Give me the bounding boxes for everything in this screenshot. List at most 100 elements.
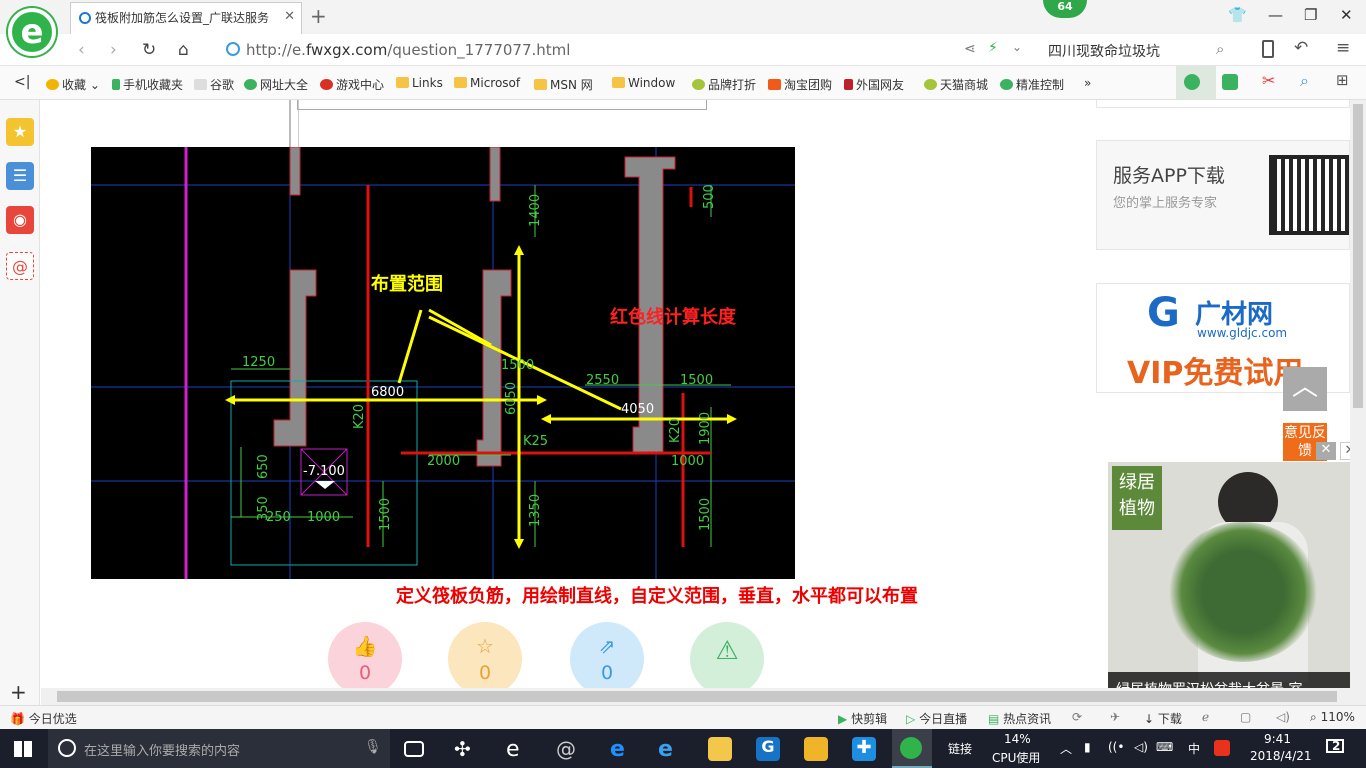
bookmark-item[interactable]: MSN 网 <box>534 76 593 93</box>
refresh-icon[interactable]: ↻ <box>142 40 156 60</box>
horizontal-scrollbar[interactable] <box>41 688 1366 705</box>
bookmarks-overflow-button[interactable]: » <box>1084 76 1091 90</box>
glodon-app-icon[interactable]: G <box>756 737 780 761</box>
bookmark-item[interactable]: Window <box>612 76 675 90</box>
scroll-thumb[interactable] <box>1353 104 1363 408</box>
bookmark-item[interactable]: Links <box>396 76 443 90</box>
bookmark-item[interactable]: 淘宝团购 <box>768 76 832 93</box>
notes-app-icon[interactable] <box>804 737 828 761</box>
undo-icon[interactable]: ↶ <box>1294 38 1308 58</box>
status-item[interactable]: ▷ 今日直播 <box>906 710 967 727</box>
clock-date[interactable]: 2018/4/21 <box>1250 749 1312 763</box>
ie-icon[interactable]: e <box>658 737 682 762</box>
favorite-button[interactable]: ☆ 0 <box>448 622 522 688</box>
bonsai-tree-icon <box>1168 522 1318 662</box>
back-to-top-button[interactable]: ︿ <box>1283 367 1327 411</box>
fan-app-icon[interactable]: ✣ <box>454 737 478 761</box>
bookmark-item[interactable]: 精准控制 <box>1000 76 1064 93</box>
task-view-icon[interactable] <box>404 741 424 757</box>
forward-icon[interactable]: › <box>110 40 117 60</box>
dim-label: 1400 <box>528 194 543 227</box>
search-input[interactable]: 四川现致命垃圾坑 <box>1048 41 1228 61</box>
ad-close-icon[interactable]: ✕ <box>1316 442 1336 460</box>
status-item[interactable]: ▤ 热点资讯 <box>988 710 1051 727</box>
browser-e-icon[interactable]: e <box>506 737 530 762</box>
extension-shield-icon[interactable] <box>1176 66 1216 99</box>
keyboard-icon[interactable]: ⌨ <box>1156 740 1173 754</box>
menu-icon[interactable]: ≡ <box>1336 38 1350 58</box>
share-page-icon[interactable]: ⋖ <box>964 41 976 57</box>
news-feed-icon[interactable]: ☰ <box>6 162 34 190</box>
bookmark-item[interactable]: 天猫商城 <box>924 76 988 93</box>
download-button[interactable]: ↓ 下载 <box>1144 710 1182 727</box>
window-icon[interactable]: ▢ <box>1240 710 1251 724</box>
bookmark-item[interactable]: 收藏 ⌄ <box>46 76 100 93</box>
url-field[interactable]: http://e.fwxgx.com/question_1777077.html… <box>222 38 1035 62</box>
tray-expand-icon[interactable]: ︿ <box>1060 740 1072 757</box>
edge-icon[interactable]: e <box>610 737 634 762</box>
wifi-icon[interactable]: ((• <box>1108 740 1124 754</box>
volume-icon[interactable]: ◁) <box>1276 710 1290 724</box>
cut-icon[interactable]: ✂ <box>1262 71 1275 90</box>
status-item[interactable]: ▶ 快剪辑 <box>838 710 887 727</box>
today-picks[interactable]: 🎁 今日优选 <box>10 710 77 727</box>
close-window-icon[interactable]: ✕ <box>1340 6 1353 24</box>
active-browser-task[interactable] <box>892 729 932 768</box>
app-download-card[interactable]: 服务APP下载 您的掌上服务专家 <box>1096 140 1350 250</box>
translate-icon[interactable] <box>1222 74 1238 90</box>
restore-icon[interactable]: ❐ <box>1304 6 1317 24</box>
share-button[interactable]: ⇗ 0 <box>570 622 644 688</box>
chevron-down-icon[interactable]: ⌄ <box>1012 40 1022 54</box>
close-tab-icon[interactable]: ✕ <box>284 9 295 24</box>
search-icon[interactable]: ⌕ <box>1216 40 1224 58</box>
dim-label: 1500 <box>680 373 713 388</box>
home-icon[interactable]: ⌂ <box>178 40 189 60</box>
bookmark-item[interactable]: 网址大全 <box>244 76 308 93</box>
favorites-star-icon[interactable]: ★ <box>6 118 34 146</box>
url-text[interactable]: http://e.fwxgx.com/question_1777077.html <box>246 41 570 59</box>
speed-icon[interactable]: ⟳ <box>1072 710 1082 724</box>
bookmark-item[interactable]: 谷歌 <box>194 76 234 93</box>
weibo-icon[interactable]: ◉ <box>6 206 34 234</box>
ime-indicator[interactable]: 中 <box>1188 740 1200 757</box>
swirl-app-icon[interactable]: @ <box>556 737 580 761</box>
new-tab-button[interactable]: + <box>310 4 327 28</box>
page-content: 布置范围 红色线计算长度 1250 6800 2550 1500 4050 K2… <box>41 100 1055 688</box>
plus-app-icon[interactable]: ✚ <box>852 737 876 761</box>
zoom-level[interactable]: ⌕ 110% <box>1310 710 1355 725</box>
bookmark-item[interactable]: Microsof <box>454 76 520 90</box>
vertical-scrollbar[interactable] <box>1350 100 1366 688</box>
back-icon[interactable]: ‹ <box>78 40 85 60</box>
links-toolbar[interactable]: 链接 <box>948 740 972 757</box>
scroll-thumb[interactable] <box>57 691 1337 702</box>
people-icon[interactable]: ▮ <box>1084 740 1091 754</box>
minimize-icon[interactable]: — <box>1268 6 1283 24</box>
sidebar-toggle-icon[interactable]: <| <box>14 74 30 90</box>
clock-time[interactable]: 9:41 <box>1264 732 1291 746</box>
notification-center-icon[interactable]: 2 <box>1324 737 1346 759</box>
bookmark-item[interactable]: 手机收藏夹 <box>112 76 183 93</box>
plant-ad[interactable]: 绿居植物 绿居植物罗汉松盆栽大盆景 室... <box>1108 462 1350 705</box>
sogou-icon[interactable] <box>1214 740 1230 756</box>
shirt-icon[interactable]: 👕 <box>1228 6 1247 24</box>
add-sidebar-icon[interactable]: + <box>10 680 27 704</box>
ie-mode-icon[interactable]: ℯ <box>1202 710 1209 724</box>
like-button[interactable]: 👍 0 <box>328 622 402 688</box>
bookmark-item[interactable]: 品牌打折 <box>692 76 756 93</box>
taskbar-search-input[interactable]: 在这里输入你要搜索的内容 🎙 <box>48 729 390 768</box>
notification-badge[interactable]: 64 <box>1043 0 1087 18</box>
lightning-icon[interactable]: ⚡ <box>988 40 998 56</box>
browser-logo-icon[interactable]: e <box>8 8 56 56</box>
phone-icon[interactable] <box>1262 40 1274 58</box>
bookmark-item[interactable]: 游戏中心 <box>320 76 384 93</box>
bookmark-item[interactable]: 外国网友 <box>844 76 904 93</box>
speaker-icon[interactable]: ◁) <box>1134 740 1148 754</box>
file-explorer-icon[interactable] <box>708 737 732 761</box>
browser-tab[interactable]: 筏板附加筋怎么设置_广联达服务 ✕ <box>70 2 302 34</box>
apps-grid-icon[interactable]: ⊞ <box>1336 71 1349 89</box>
email-icon[interactable]: @ <box>6 252 34 280</box>
windows-start-icon[interactable] <box>14 741 32 757</box>
pin-icon[interactable]: ✈ <box>1110 710 1120 724</box>
magnify-icon[interactable]: ⌕ <box>1300 71 1309 91</box>
report-button[interactable]: ⚠ <box>690 622 764 688</box>
